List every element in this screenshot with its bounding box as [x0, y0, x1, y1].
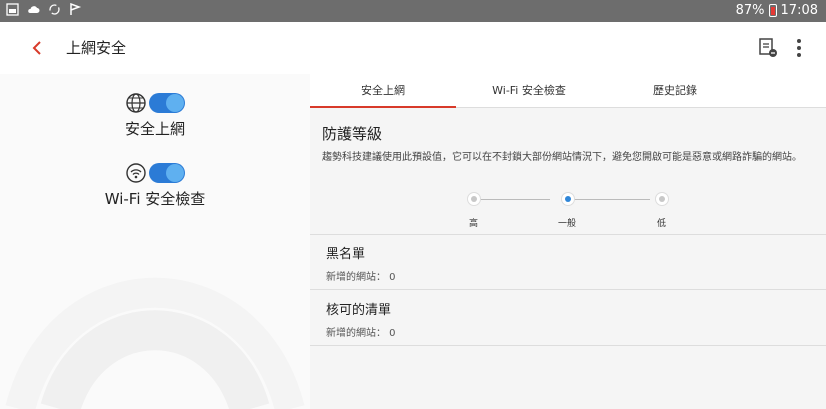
status-icons-right: 87% 17:08 [736, 3, 818, 18]
gallery-icon [6, 3, 19, 16]
slider-track [474, 199, 550, 200]
page-title: 上網安全 [66, 39, 127, 57]
battery-icon [768, 4, 777, 17]
wifi-check-toggle[interactable] [149, 163, 185, 183]
protection-description: 趨勢科技建議使用此預設值，它可以在不封鎖大部份網站情況下，避免您開啟可能是惡意或… [322, 152, 802, 163]
feature-safe-browsing: 安全上網 [0, 92, 310, 139]
app-bar: 上網安全 [0, 22, 826, 74]
tab-history[interactable]: 歷史記錄 [602, 74, 748, 107]
tab-safe-browsing[interactable]: 安全上網 [310, 74, 456, 108]
divider [310, 234, 826, 235]
level-high-label: 高 [469, 219, 479, 229]
protection-level-title: 防護等級 [322, 125, 383, 143]
settings-panel: 安全上網 Wi-Fi 安全檢查 歷史記錄 防護等級 趨勢科技建議使用此預設值，它… [310, 74, 826, 409]
approved-list-count: 新增的網站： 0 [326, 328, 396, 339]
wifi-check-icon [126, 163, 146, 183]
safe-browsing-toggle[interactable] [149, 93, 185, 113]
level-low-knob[interactable] [655, 192, 669, 206]
more-vert-icon[interactable] [790, 36, 808, 60]
status-bar: 87% 17:08 [0, 0, 826, 22]
protection-level-slider[interactable]: 高 一般 低 [450, 191, 680, 231]
slider-track [574, 199, 650, 200]
feature-label: Wi-Fi 安全檢查 [104, 190, 206, 208]
feature-wifi-check: Wi-Fi 安全檢查 [0, 162, 310, 209]
status-icons-left [6, 3, 82, 16]
level-low-label: 低 [657, 219, 667, 229]
feature-label: 安全上網 [124, 120, 185, 138]
level-normal-knob[interactable] [561, 192, 575, 206]
feature-panel: 安全上網 Wi-Fi 安全檢查 [0, 74, 310, 409]
flag-icon [70, 3, 82, 15]
back-chevron-icon[interactable] [27, 36, 47, 60]
battery-percent: 87% [735, 3, 765, 18]
divider [310, 289, 826, 290]
level-high-knob[interactable] [467, 192, 481, 206]
clock: 17:08 [780, 3, 818, 18]
cloud-icon [28, 6, 40, 13]
blacklist-count: 新增的網站： 0 [326, 272, 396, 283]
blacklist-title: 黑名單 [326, 247, 366, 262]
divider [310, 345, 826, 346]
approved-list-title: 核可的清單 [326, 303, 392, 318]
tab-wifi-check[interactable]: Wi-Fi 安全檢查 [456, 74, 602, 107]
report-block-icon[interactable] [758, 37, 778, 59]
level-normal-label: 一般 [558, 219, 577, 229]
sync-icon [49, 4, 60, 15]
globe-icon [126, 93, 146, 113]
tab-bar: 安全上網 Wi-Fi 安全檢查 歷史記錄 [310, 74, 826, 108]
